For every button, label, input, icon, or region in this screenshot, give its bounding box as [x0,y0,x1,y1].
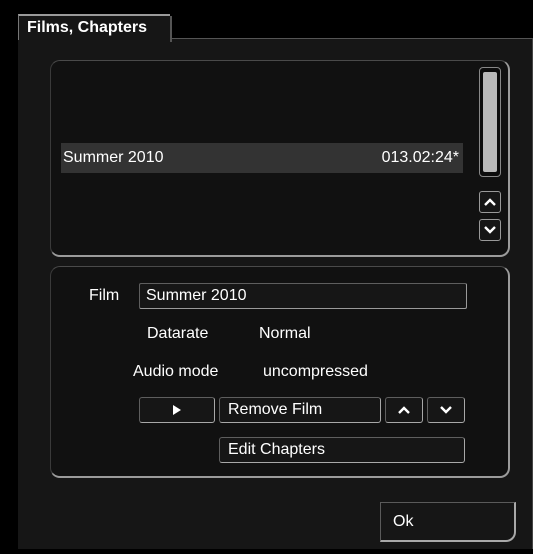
remove-film-label: Remove Film [228,401,323,418]
move-down-button[interactable] [427,397,465,423]
play-button[interactable] [139,397,215,423]
edit-chapters-button[interactable]: Edit Chapters [219,437,465,463]
dialog-title-text: Films, Chapters [27,19,148,36]
film-properties-panel: Film Summer 2010 Datarate Normal Audio m… [50,266,510,478]
scroll-down-button[interactable] [479,219,501,241]
audio-mode-label: Audio mode [133,363,219,380]
audio-mode-value: uncompressed [263,363,368,380]
film-list: Summer 2010 013.02:24* [50,60,510,257]
remove-film-button[interactable]: Remove Film [219,397,381,423]
play-icon [173,405,181,415]
film-name-field[interactable]: Summer 2010 [139,283,467,309]
datarate-label: Datarate [147,325,209,342]
edit-chapters-label: Edit Chapters [228,441,325,458]
chevron-down-icon [440,406,452,414]
ok-label: Ok [393,512,414,530]
scrollbar-thumb[interactable] [483,72,497,172]
ok-button[interactable]: Ok [380,502,516,542]
move-up-button[interactable] [385,397,423,423]
film-label: Film [89,287,120,304]
film-name: Summer 2010 [63,149,164,166]
scroll-up-button[interactable] [479,191,501,213]
dialog-title: Films, Chapters [18,14,172,42]
chevron-up-icon [484,198,496,206]
film-duration: 013.02:24* [381,149,459,166]
film-name-value: Summer 2010 [146,287,247,304]
datarate-value: Normal [259,325,311,342]
list-item[interactable]: Summer 2010 013.02:24* [61,143,463,173]
scrollbar[interactable] [479,67,501,177]
chevron-up-icon [398,406,410,414]
chevron-down-icon [484,226,496,234]
